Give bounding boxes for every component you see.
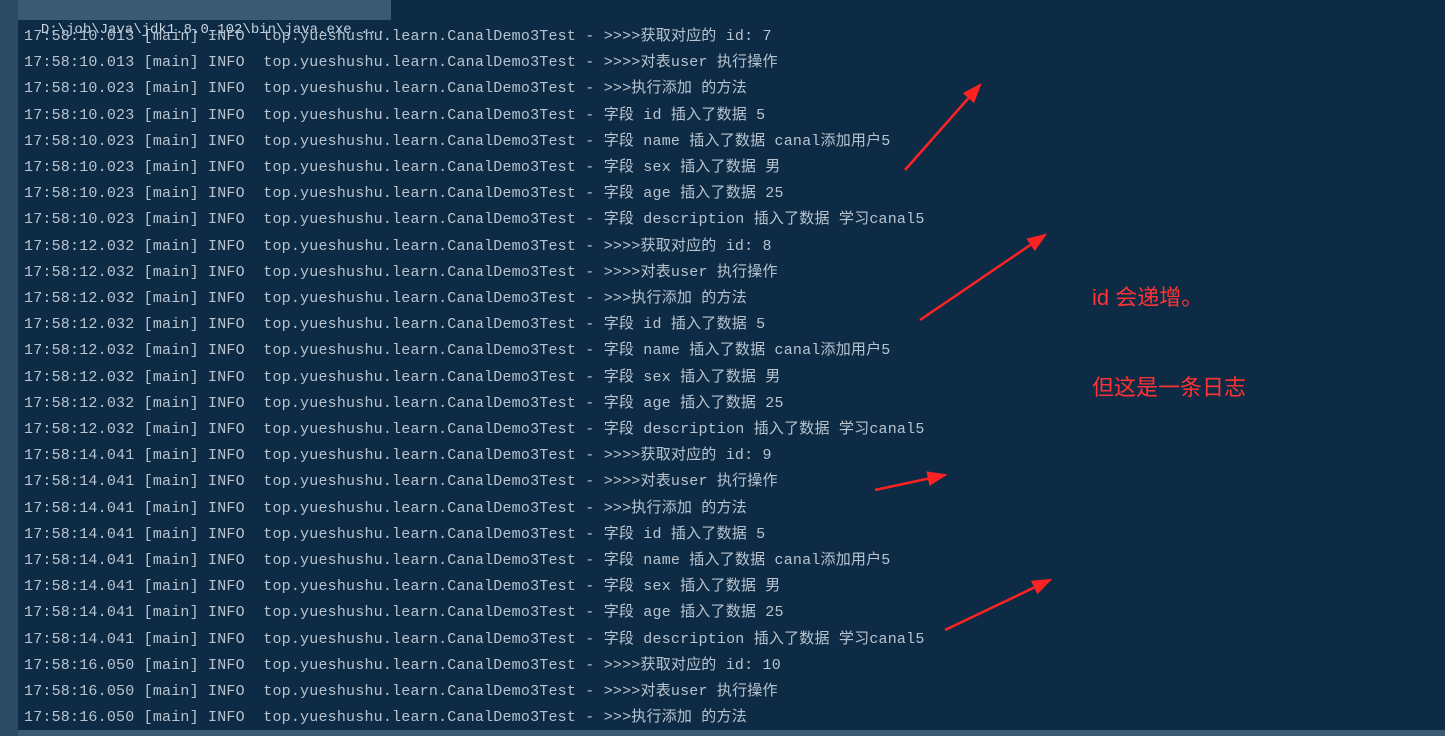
log-line: 17:58:12.032 [main] INFO top.yueshushu.l… — [24, 286, 1445, 312]
log-line: 17:58:10.013 [main] INFO top.yueshushu.l… — [24, 24, 1445, 50]
log-line: 17:58:14.041 [main] INFO top.yueshushu.l… — [24, 548, 1445, 574]
log-line: 17:58:16.050 [main] INFO top.yueshushu.l… — [24, 705, 1445, 731]
annotation-single-log: 但这是一条日志 — [1092, 370, 1246, 402]
log-line: 17:58:14.041 [main] INFO top.yueshushu.l… — [24, 574, 1445, 600]
log-line: 17:58:12.032 [main] INFO top.yueshushu.l… — [24, 338, 1445, 364]
log-line: 17:58:14.041 [main] INFO top.yueshushu.l… — [24, 522, 1445, 548]
log-line: 17:58:12.032 [main] INFO top.yueshushu.l… — [24, 312, 1445, 338]
log-line: 17:58:10.023 [main] INFO top.yueshushu.l… — [24, 181, 1445, 207]
log-line: 17:58:10.023 [main] INFO top.yueshushu.l… — [24, 129, 1445, 155]
log-line: 17:58:14.041 [main] INFO top.yueshushu.l… — [24, 627, 1445, 653]
log-line: 17:58:12.032 [main] INFO top.yueshushu.l… — [24, 260, 1445, 286]
log-line: 17:58:14.041 [main] INFO top.yueshushu.l… — [24, 496, 1445, 522]
log-line: 17:58:14.041 [main] INFO top.yueshushu.l… — [24, 600, 1445, 626]
annotation-id-increment: id 会递增。 — [1092, 280, 1203, 312]
log-line: 17:58:14.041 [main] INFO top.yueshushu.l… — [24, 443, 1445, 469]
log-line: 17:58:10.013 [main] INFO top.yueshushu.l… — [24, 50, 1445, 76]
log-line: 17:58:10.023 [main] INFO top.yueshushu.l… — [24, 76, 1445, 102]
log-line: 17:58:10.023 [main] INFO top.yueshushu.l… — [24, 207, 1445, 233]
log-line: 17:58:14.041 [main] INFO top.yueshushu.l… — [24, 469, 1445, 495]
editor-gutter — [0, 0, 18, 736]
log-line: 17:58:12.032 [main] INFO top.yueshushu.l… — [24, 417, 1445, 443]
log-line: 17:58:10.023 [main] INFO top.yueshushu.l… — [24, 155, 1445, 181]
log-line: 17:58:16.050 [main] INFO top.yueshushu.l… — [24, 653, 1445, 679]
process-header: D:\job\Java\jdk1.8.0_102\bin\java.exe ..… — [18, 0, 391, 20]
log-line: 17:58:16.050 [main] INFO top.yueshushu.l… — [24, 679, 1445, 705]
horizontal-scrollbar[interactable] — [18, 730, 1445, 736]
log-line: 17:58:10.023 [main] INFO top.yueshushu.l… — [24, 103, 1445, 129]
log-line: 17:58:12.032 [main] INFO top.yueshushu.l… — [24, 234, 1445, 260]
